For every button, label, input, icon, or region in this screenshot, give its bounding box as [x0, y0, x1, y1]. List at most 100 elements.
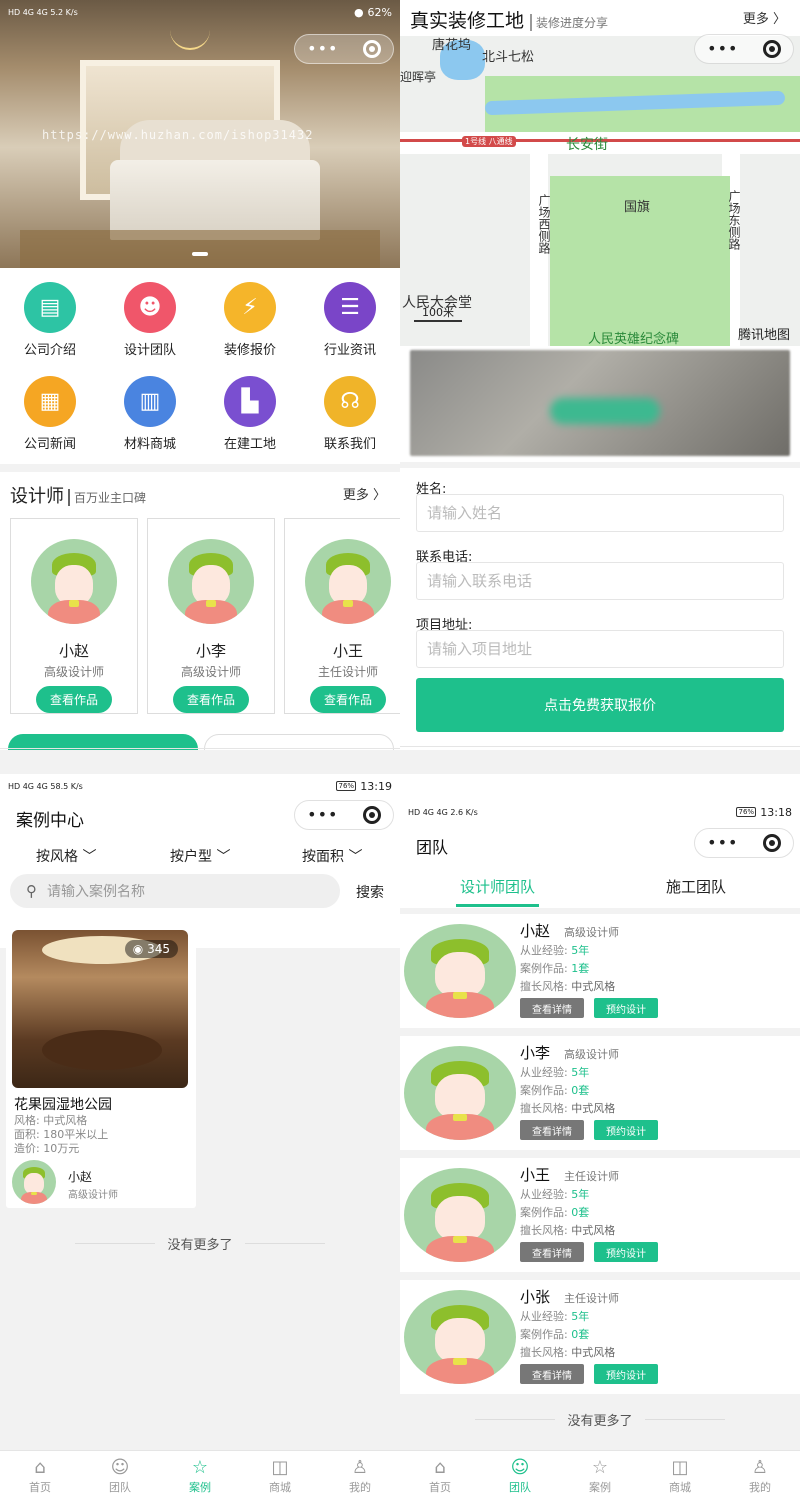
get-quote-button[interactable]: 点击免费获取报价: [416, 678, 784, 732]
tab-user[interactable]: ♙ 我的: [320, 1451, 400, 1500]
user-icon: ♙: [351, 1456, 369, 1478]
view-details-button[interactable]: 查看详情: [520, 1364, 584, 1384]
close-target-icon[interactable]: [362, 806, 381, 824]
case-search-input[interactable]: ⚲ 请输入案例名称: [10, 874, 340, 908]
name-input[interactable]: 请输入姓名: [416, 494, 784, 532]
no-more-text: 没有更多了: [0, 1234, 400, 1253]
designer-name: 小赵: [58, 642, 89, 660]
designer-card[interactable]: 小王 主任设计师 查看作品: [284, 518, 400, 714]
miniprogram-capsule[interactable]: •••: [694, 828, 794, 858]
filter-area[interactable]: 按面积 ﹀: [302, 846, 362, 866]
book-design-button[interactable]: 预约设计: [594, 998, 658, 1018]
member-title: 高级设计师: [564, 1048, 619, 1061]
tab-user[interactable]: ♙ 我的: [720, 1451, 800, 1500]
author-name: 小赵: [68, 1170, 93, 1184]
menu-item-2[interactable]: ⚡ 装修报价: [200, 276, 300, 358]
book-design-button[interactable]: 预约设计: [594, 1120, 658, 1140]
subway-badge: 1号线 八通线: [462, 136, 516, 147]
price-tag-icon: ⚡: [224, 282, 276, 333]
close-target-icon[interactable]: [762, 40, 781, 58]
menu-item-1[interactable]: ☻ 设计团队: [100, 276, 200, 358]
document-icon: ▤: [24, 282, 76, 333]
menu-item-3[interactable]: ☰ 行业资讯: [300, 276, 400, 358]
tab-team[interactable]: ☺ 团队: [480, 1451, 560, 1500]
team-screen: HD 4G 4G 2.6 K/s 76% 13:18 团队 ••• 设计师团队 施…: [400, 750, 800, 1500]
tab-construction-team[interactable]: 施工团队: [666, 876, 726, 897]
filter-style[interactable]: 按风格 ﹀: [36, 846, 96, 866]
bottom-tab-bar: ⌂ 首页 ☺ 团队 ☆ 案例 ◫ 商城 ♙ 我的: [0, 1450, 400, 1500]
view-details-button[interactable]: 查看详情: [520, 998, 584, 1018]
menu-item-7[interactable]: ☊ 联系我们: [300, 370, 400, 452]
more-link[interactable]: 更多 〉: [343, 484, 386, 503]
case-card[interactable]: ◉ 345 花果园湿地公园 风格: 中式风格 面积: 180平米以上 造价: 1…: [6, 924, 196, 1208]
avatar: [305, 539, 391, 624]
location-icon: ●: [353, 5, 364, 19]
chat-icon: ☰: [324, 282, 376, 333]
shop-icon: ▥: [124, 376, 176, 427]
page-title: 真实装修工地 装修进度分享: [410, 10, 609, 32]
designer-card[interactable]: 小赵 高级设计师 查看作品: [10, 518, 138, 714]
miniprogram-capsule[interactable]: •••: [694, 34, 794, 64]
menu-item-label: 公司新闻: [23, 437, 76, 452]
more-dots-icon[interactable]: •••: [307, 807, 338, 823]
designer-name: 小李: [195, 642, 226, 660]
menu-item-label: 在建工地: [223, 437, 276, 452]
more-dots-icon[interactable]: •••: [707, 835, 738, 851]
view-works-button[interactable]: 查看作品: [172, 686, 249, 713]
menu-item-0[interactable]: ▤ 公司介绍: [0, 276, 100, 358]
close-target-icon[interactable]: [362, 40, 381, 58]
member-name: 小张: [520, 1288, 551, 1306]
tab-case-star[interactable]: ☆ 案例: [160, 1451, 240, 1500]
team-icon: ☺: [110, 1456, 130, 1478]
miniprogram-capsule[interactable]: •••: [294, 34, 394, 64]
tab-home[interactable]: ⌂ 首页: [0, 1451, 80, 1500]
tab-designer-team[interactable]: 设计师团队: [455, 876, 540, 907]
member-title: 主任设计师: [564, 1292, 619, 1305]
book-design-button[interactable]: 预约设计: [594, 1364, 658, 1384]
filter-layout[interactable]: 按户型 ﹀: [170, 846, 230, 866]
tab-shopping-bag[interactable]: ◫ 商城: [240, 1451, 320, 1500]
tab-shopping-bag[interactable]: ◫ 商城: [640, 1451, 720, 1500]
tab-case-star[interactable]: ☆ 案例: [560, 1451, 640, 1500]
view-details-button[interactable]: 查看详情: [520, 1120, 584, 1140]
team-member-card[interactable]: 小李 高级设计师 从业经验: 5年 案例作品: 0套 擅长风格: 中式风格 查看详情 预约设…: [400, 1036, 800, 1150]
team-member-card[interactable]: 小王 主任设计师 从业经验: 5年 案例作品: 0套 擅长风格: 中式风格 查看详情 预约设…: [400, 1158, 800, 1272]
menu-item-6[interactable]: ▙ 在建工地: [200, 370, 300, 452]
designer-name: 小王: [332, 642, 363, 660]
search-button[interactable]: 搜索: [356, 882, 384, 902]
phone-input[interactable]: 请输入联系电话: [416, 562, 784, 600]
designer-card[interactable]: 小李高级设计师查看作品: [147, 518, 275, 714]
view-works-button[interactable]: 查看作品: [35, 686, 112, 713]
headset-icon: ☊: [324, 376, 376, 427]
view-count-badge: ◉ 345: [124, 940, 178, 958]
case-image[interactable]: ◉ 345: [12, 930, 188, 1088]
book-design-button[interactable]: 预约设计: [594, 1242, 658, 1262]
watermark-text: https://www.huzhan.com/ishop31432: [42, 128, 314, 142]
address-input[interactable]: 请输入项目地址: [416, 630, 784, 668]
close-target-icon[interactable]: [762, 834, 781, 852]
more-link[interactable]: 更多 〉: [743, 8, 786, 27]
member-name: 小李: [520, 1044, 551, 1062]
menu-item-4[interactable]: ▦ 公司新闻: [0, 370, 100, 452]
case-name: 花果园湿地公园: [14, 1097, 112, 1113]
battery-icon: 76%: [736, 807, 757, 817]
more-dots-icon[interactable]: •••: [707, 41, 738, 57]
avatar: [404, 1168, 516, 1262]
team-member-card[interactable]: 小赵 高级设计师 从业经验: 5年 案例作品: 1套 擅长风格: 中式风格 查看详情 预约设…: [400, 914, 800, 1028]
more-dots-icon[interactable]: •••: [307, 41, 338, 57]
construction-site-screen: 真实装修工地 装修进度分享 更多 〉 唐花坞 北斗七松 迎晖亭 长安街 国旗 人…: [400, 0, 800, 750]
menu-item-5[interactable]: ▥ 材料商城: [100, 370, 200, 452]
tab-team[interactable]: ☺ 团队: [80, 1451, 160, 1500]
team-member-card[interactable]: 小张 主任设计师 从业经验: 5年 案例作品: 0套 擅长风格: 中式风格 查看详情 预约设…: [400, 1280, 800, 1394]
map-view[interactable]: 唐花坞 北斗七松 迎晖亭 长安街 国旗 人民大会堂 人民英雄纪念碑 1号线 八通…: [400, 36, 800, 346]
quick-menu: ▤ 公司介绍 ☻ 设计团队 ⚡ 装修报价 ☰ 行业资讯 ▦ 公司新闻 ▥ 材料商城 ▙ 在建工地 ☊ 联系我们: [0, 276, 400, 452]
building-icon: ▙: [224, 376, 276, 427]
menu-item-label: 联系我们: [323, 437, 376, 452]
view-works-button[interactable]: 查看作品: [309, 686, 386, 713]
designer-title: 高级设计师: [180, 665, 241, 679]
tab-home[interactable]: ⌂ 首页: [400, 1451, 480, 1500]
miniprogram-capsule[interactable]: •••: [294, 800, 394, 830]
view-details-button[interactable]: 查看详情: [520, 1242, 584, 1262]
status-bar: HD 4G 4G 2.6 K/s 76% 13:18: [400, 800, 800, 824]
map-logo: 腾讯地图: [737, 328, 790, 343]
